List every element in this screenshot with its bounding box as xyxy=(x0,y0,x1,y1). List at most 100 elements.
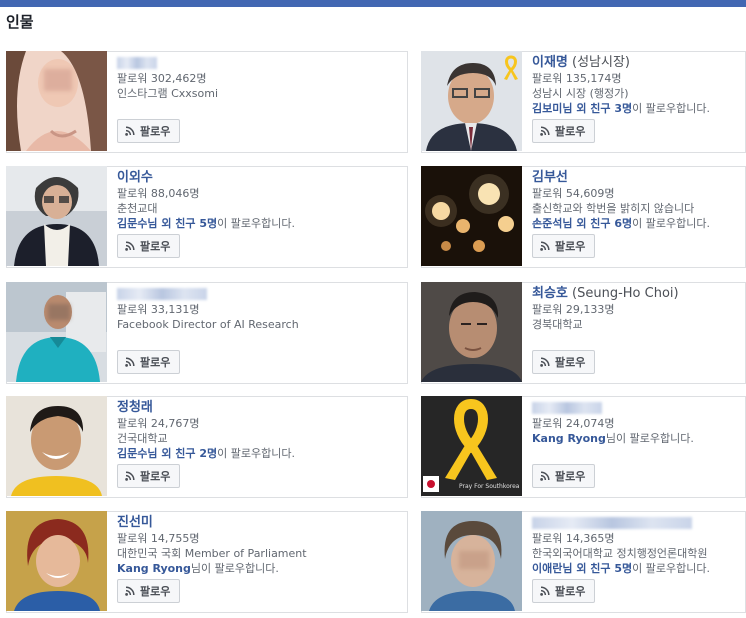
person-name-link[interactable]: 진선미 xyxy=(117,514,403,531)
mutual-more-link[interactable]: 님 외 친구 2명 xyxy=(147,447,217,460)
follow-label: 팔로우 xyxy=(555,586,586,598)
follow-label: 팔로우 xyxy=(140,357,171,369)
mutual-friend-link[interactable]: 김문수 xyxy=(117,447,147,460)
follow-label: 팔로우 xyxy=(140,241,171,253)
follow-label: 팔로우 xyxy=(555,357,586,369)
person-name-link[interactable]: 이재명 (성남시장) xyxy=(532,54,741,71)
person-detail: 인스타그램 Cxxsomi xyxy=(117,87,219,100)
person-info: 진선미 팔로워 14,755명 대한민국 국회 Member of Parlia… xyxy=(117,514,403,576)
follower-count: 팔로워 24,767명 xyxy=(117,417,200,430)
follower-count: 팔로워 88,046명 xyxy=(117,187,200,200)
yellow-ribbon-icon xyxy=(502,55,520,81)
mutual-friend-link[interactable]: Kang Ryong xyxy=(117,562,191,575)
person-card: 정청래 팔로워 24,767명 건국대학교 김문수님 외 친구 2명이 팔로우합… xyxy=(6,396,408,498)
follow-label: 팔로우 xyxy=(555,126,586,138)
follow-button[interactable]: 팔로우 xyxy=(532,119,596,143)
follower-count: 팔로워 54,609명 xyxy=(532,187,615,200)
mutual-friend-link[interactable]: Kang Ryong xyxy=(532,432,606,445)
follower-count: 팔로워 33,131명 xyxy=(117,303,200,316)
person-card: 최승호 (Seung-Ho Choi) 팔로워 29,133명 경북대학교 팔로… xyxy=(421,282,746,384)
person-info: 팔로워 33,131명 Facebook Director of AI Rese… xyxy=(117,285,403,332)
mutual-more-link[interactable]: 님 외 친구 6명 xyxy=(562,217,632,230)
mutual-friend-link[interactable]: 이애란 xyxy=(532,562,562,575)
person-info: 팔로워 302,462명 인스타그램 Cxxsomi xyxy=(117,54,403,101)
person-info: 팔로워 24,074명 Kang Ryong님이 팔로우합니다. xyxy=(532,399,741,446)
person-name-link[interactable]: 이외수 xyxy=(117,169,403,186)
person-info: 김부선 팔로워 54,609명 출신학교와 학번을 밝히지 않습니다 손준석님 … xyxy=(532,169,741,231)
follow-button[interactable]: 팔로우 xyxy=(117,579,181,603)
person-name-blurred[interactable] xyxy=(117,285,403,302)
mutual-followers: Kang Ryong님이 팔로우합니다. xyxy=(117,562,279,575)
follower-count: 팔로워 29,133명 xyxy=(532,303,615,316)
mutual-more-link[interactable]: 님 외 친구 5명 xyxy=(562,562,632,575)
mutual-more-link[interactable]: 님 외 친구 5명 xyxy=(147,217,217,230)
rss-icon xyxy=(540,357,550,367)
person-card: 팔로워 14,365명 한국외국어대학교 정치행정언론대학원 이애란님 외 친구… xyxy=(421,511,746,613)
mutual-more-link[interactable]: 님 외 친구 3명 xyxy=(562,102,632,115)
profile-photo[interactable] xyxy=(6,396,107,496)
person-detail: 대한민국 국회 Member of Parliament xyxy=(117,547,307,560)
follow-label: 팔로우 xyxy=(555,471,586,483)
follow-button[interactable]: 팔로우 xyxy=(117,350,181,374)
follower-count: 팔로워 14,365명 xyxy=(532,532,615,545)
mutual-friend-link[interactable]: 손준석 xyxy=(532,217,562,230)
follow-button[interactable]: 팔로우 xyxy=(532,464,596,488)
profile-photo[interactable] xyxy=(6,51,107,151)
mutual-followers: Kang Ryong님이 팔로우합니다. xyxy=(532,432,694,445)
profile-photo[interactable] xyxy=(6,166,107,266)
mutual-followers: 손준석님 외 친구 6명이 팔로우합니다. xyxy=(532,217,710,230)
person-name-blurred[interactable] xyxy=(117,54,403,71)
person-info: 이외수 팔로워 88,046명 춘천교대 김문수님 외 친구 5명이 팔로우합니… xyxy=(117,169,403,231)
person-detail: 춘천교대 xyxy=(117,202,158,215)
follow-button[interactable]: 팔로우 xyxy=(532,579,596,603)
mutual-followers: 김문수님 외 친구 5명이 팔로우합니다. xyxy=(117,217,295,230)
profile-photo[interactable] xyxy=(6,282,107,382)
mutual-followers: 김보미님 외 친구 3명이 팔로우합니다. xyxy=(532,102,710,115)
follower-count: 팔로워 14,755명 xyxy=(117,532,200,545)
rss-icon xyxy=(125,471,135,481)
profile-photo[interactable] xyxy=(421,511,522,611)
person-name-link[interactable]: 김부선 xyxy=(532,169,741,186)
profile-photo[interactable] xyxy=(421,166,522,266)
person-detail: 성남시 시장 (행정가) xyxy=(532,87,629,100)
rss-icon xyxy=(540,471,550,481)
mutual-friend-link[interactable]: 김문수 xyxy=(117,217,147,230)
rss-icon xyxy=(125,126,135,136)
rss-icon xyxy=(540,586,550,596)
person-card: 이외수 팔로워 88,046명 춘천교대 김문수님 외 친구 5명이 팔로우합니… xyxy=(6,166,408,268)
follow-button[interactable]: 팔로우 xyxy=(532,350,596,374)
person-card: 팔로워 302,462명 인스타그램 Cxxsomi 팔로우 xyxy=(6,51,408,153)
person-info: 최승호 (Seung-Ho Choi) 팔로워 29,133명 경북대학교 xyxy=(532,285,741,332)
follower-count: 팔로워 302,462명 xyxy=(117,72,207,85)
person-detail: 출신학교와 학번을 밝히지 않습니다 xyxy=(532,202,695,215)
profile-photo[interactable]: Pray For Southkorea xyxy=(421,396,522,496)
person-info: 이재명 (성남시장) 팔로워 135,174명 성남시 시장 (행정가) 김보미… xyxy=(532,54,741,116)
mutual-friend-link[interactable]: 김보미 xyxy=(532,102,562,115)
person-name-blurred[interactable] xyxy=(532,399,741,416)
person-card: 김부선 팔로워 54,609명 출신학교와 학번을 밝히지 않습니다 손준석님 … xyxy=(421,166,746,268)
mutual-followers: 이애란님 외 친구 5명이 팔로우합니다. xyxy=(532,562,710,575)
person-detail: 건국대학교 xyxy=(117,432,168,445)
person-info: 팔로워 14,365명 한국외국어대학교 정치행정언론대학원 이애란님 외 친구… xyxy=(532,514,741,576)
mutual-followers: 김문수님 외 친구 2명이 팔로우합니다. xyxy=(117,447,295,460)
follow-button[interactable]: 팔로우 xyxy=(117,119,181,143)
person-name-link[interactable]: 정청래 xyxy=(117,399,403,416)
rss-icon xyxy=(125,357,135,367)
follower-count: 팔로워 24,074명 xyxy=(532,417,615,430)
rss-icon xyxy=(540,126,550,136)
rss-icon xyxy=(125,241,135,251)
person-name-link[interactable]: 최승호 (Seung-Ho Choi) xyxy=(532,285,741,302)
follow-label: 팔로우 xyxy=(555,241,586,253)
section-title: 인물 xyxy=(6,13,34,31)
profile-photo[interactable] xyxy=(6,511,107,611)
person-detail: 경북대학교 xyxy=(532,318,583,331)
profile-photo[interactable] xyxy=(421,282,522,382)
person-name-blurred[interactable] xyxy=(532,514,741,531)
follow-button[interactable]: 팔로우 xyxy=(117,464,181,488)
follow-button[interactable]: 팔로우 xyxy=(532,234,596,258)
person-detail: 한국외국어대학교 정치행정언론대학원 xyxy=(532,547,708,560)
photo-caption: Pray For Southkorea xyxy=(459,483,520,490)
person-card: 진선미 팔로워 14,755명 대한민국 국회 Member of Parlia… xyxy=(6,511,408,613)
rss-icon xyxy=(540,241,550,251)
follow-button[interactable]: 팔로우 xyxy=(117,234,181,258)
